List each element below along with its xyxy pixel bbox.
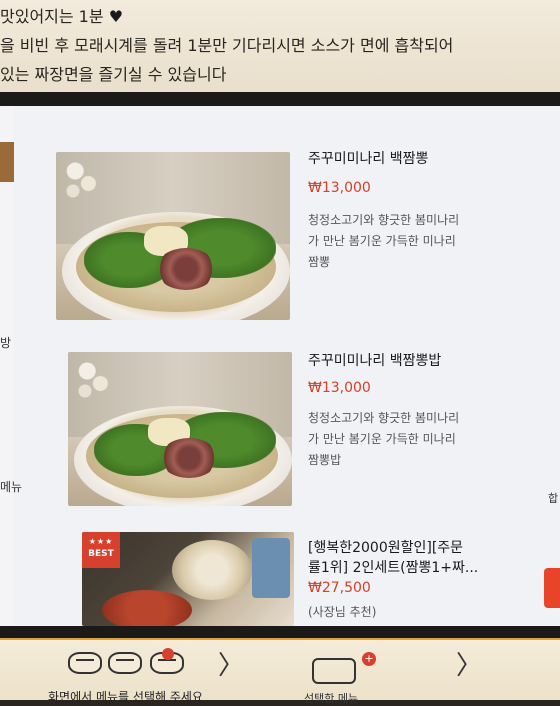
menu-item-description: 청정소고기와 향긋한 봄미나리 가 만난 봄기운 가득한 미나리 짬뽕: [308, 213, 460, 269]
bottom-instruction-bar: 〉 + 〉 화면에서 메뉴를 선택해 주세요 선택한 메뉴: [0, 638, 560, 705]
instruction-text-secondary: 선택한 메뉴: [304, 692, 359, 705]
menu-item-description: 청정소고기와 향긋한 봄미나리 가 만난 봄기운 가득한 미나리 짬뽕밥: [308, 411, 460, 467]
notice-line-1: 맛있어지는 1분 ♥: [0, 7, 124, 26]
menu-item-subtitle: (사장님 추천): [308, 605, 377, 619]
flower-decoration: [74, 356, 118, 406]
category-tab-active[interactable]: [0, 142, 14, 182]
menu-item-price: ₩13,000: [308, 380, 371, 396]
bowl-icon: [108, 652, 142, 674]
instruction-text: 화면에서 메뉴를 선택해 주세요: [48, 690, 203, 704]
category-sidebar: [0, 106, 14, 626]
kiosk-bezel-top: [0, 92, 560, 106]
heart-icon: ♥: [108, 7, 124, 26]
menu-item-name: 주꾸미미나리 백짬뽕: [308, 151, 429, 167]
touch-hand-icon: [312, 658, 356, 684]
menu-item-price: ₩13,000: [308, 180, 371, 196]
menu-item-price: ₩27,500: [308, 580, 371, 596]
notice-line-3: 있는 짜장면을 즐기실 수 있습니다: [0, 65, 227, 84]
bowl-icon: [68, 652, 102, 674]
chevron-right-icon: 〉: [218, 651, 245, 681]
sidebar-label[interactable]: 방: [0, 334, 11, 351]
check-badge-icon: [162, 648, 174, 660]
sidebar-menu-label[interactable]: 메뉴: [0, 478, 22, 495]
star-icon: ★★★: [88, 537, 114, 546]
menu-item-photo[interactable]: ★★★ BEST: [82, 532, 294, 626]
flower-decoration: [62, 156, 106, 206]
notice-line-2: 을 비빈 후 모래시계를 돌려 1분만 기다리시면 소스가 면에 흡착되어: [0, 36, 454, 55]
menu-item-name: [행복한2000원할인][주문 률1위] 2인세트(짬뽕1+짜...: [308, 540, 479, 576]
kiosk-screen: 방 메뉴 합 주꾸미미나리 백짬뽕 ₩13,000 청정소고기와 향긋한 봄미나…: [0, 106, 560, 626]
menu-item-name: 주꾸미미나리 백짬뽕밥: [308, 353, 442, 369]
kiosk-bezel-bottom: [0, 626, 560, 638]
plus-icon: +: [362, 652, 376, 666]
chevron-right-icon: 〉: [456, 651, 483, 681]
menu-item-photo[interactable]: [56, 152, 290, 320]
menu-item-photo[interactable]: [68, 352, 292, 506]
cart-button[interactable]: [544, 568, 560, 608]
paper-notice: 맛있어지는 1분 ♥ 을 비빈 후 모래시계를 돌려 1분만 기다리시면 소스가…: [0, 0, 560, 92]
best-badge: ★★★ BEST: [82, 532, 120, 568]
cart-label: 합: [548, 492, 559, 505]
